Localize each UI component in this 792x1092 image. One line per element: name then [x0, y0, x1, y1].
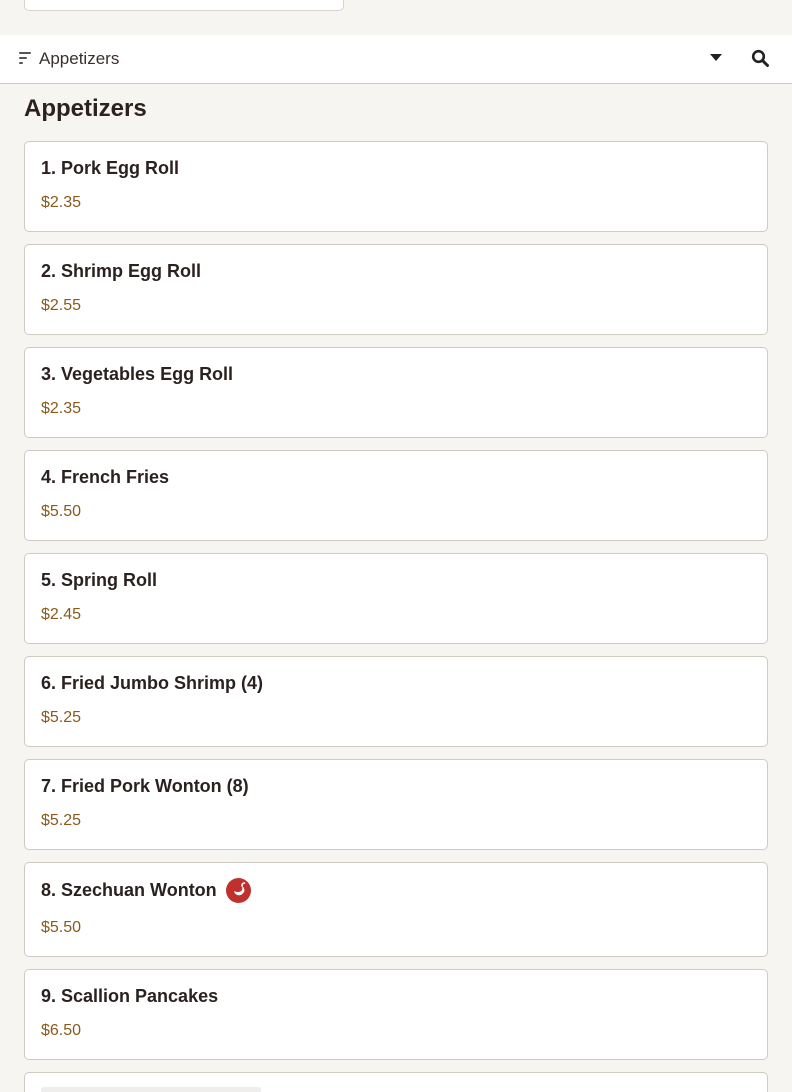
menu-item-price: $2.35 [41, 194, 82, 211]
category-bar: Appetizers [0, 35, 792, 84]
menu-item-price: $2.55 [41, 297, 82, 314]
filter-icon[interactable] [19, 52, 31, 66]
search-icon[interactable] [751, 49, 769, 67]
menu-item-list: 1. Pork Egg Roll $2.35 2. Shrimp Egg Rol… [24, 141, 768, 1092]
section-title: Appetizers [24, 95, 147, 122]
menu-item-name: 5. Spring Roll [41, 570, 158, 590]
menu-item-name: 6. Fried Jumbo Shrimp (4) [41, 673, 264, 693]
menu-item-name: 4. French Fries [41, 467, 170, 487]
menu-item-name: 1. Pork Egg Roll [41, 158, 180, 178]
menu-item-card-partial[interactable] [24, 1072, 768, 1092]
search-box-partial[interactable] [24, 0, 344, 11]
menu-item-name: 9. Scallion Pancakes [41, 986, 219, 1006]
menu-item-card[interactable]: 9. Scallion Pancakes $6.50 [24, 969, 768, 1060]
menu-page: Appetizers Appetizers 1. Pork Egg Roll $… [0, 0, 792, 1092]
menu-item-name: 7. Fried Pork Wonton (8) [41, 776, 249, 796]
menu-item-card[interactable]: 5. Spring Roll $2.45 [24, 553, 768, 644]
menu-item-card[interactable]: 4. French Fries $5.50 [24, 450, 768, 541]
menu-item-card[interactable]: 8. Szechuan Wonton $5.50 [24, 862, 768, 957]
menu-item-card[interactable]: 7. Fried Pork Wonton (8) $5.25 [24, 759, 768, 850]
menu-item-name-placeholder [41, 1087, 261, 1092]
menu-item-price: $5.50 [41, 503, 82, 520]
menu-item-price: $6.50 [41, 1022, 82, 1039]
spicy-icon [225, 878, 251, 903]
menu-item-price: $2.45 [41, 606, 82, 623]
menu-item-name: 8. Szechuan Wonton [41, 880, 217, 900]
menu-item-card[interactable]: 6. Fried Jumbo Shrimp (4) $5.25 [24, 656, 768, 747]
menu-item-price: $5.25 [41, 709, 82, 726]
menu-item-card[interactable]: 3. Vegetables Egg Roll $2.35 [24, 347, 768, 438]
menu-item-name: 3. Vegetables Egg Roll [41, 364, 234, 384]
category-selector-label[interactable]: Appetizers [39, 49, 119, 69]
caret-down-icon[interactable] [710, 54, 722, 61]
menu-item-price: $2.35 [41, 400, 82, 417]
menu-item-price: $5.50 [41, 919, 82, 936]
menu-item-card[interactable]: 2. Shrimp Egg Roll $2.55 [24, 244, 768, 335]
menu-item-price: $5.25 [41, 812, 82, 829]
menu-item-name: 2. Shrimp Egg Roll [41, 261, 202, 281]
menu-item-name-row: 8. Szechuan Wonton [41, 878, 251, 903]
menu-item-card[interactable]: 1. Pork Egg Roll $2.35 [24, 141, 768, 232]
